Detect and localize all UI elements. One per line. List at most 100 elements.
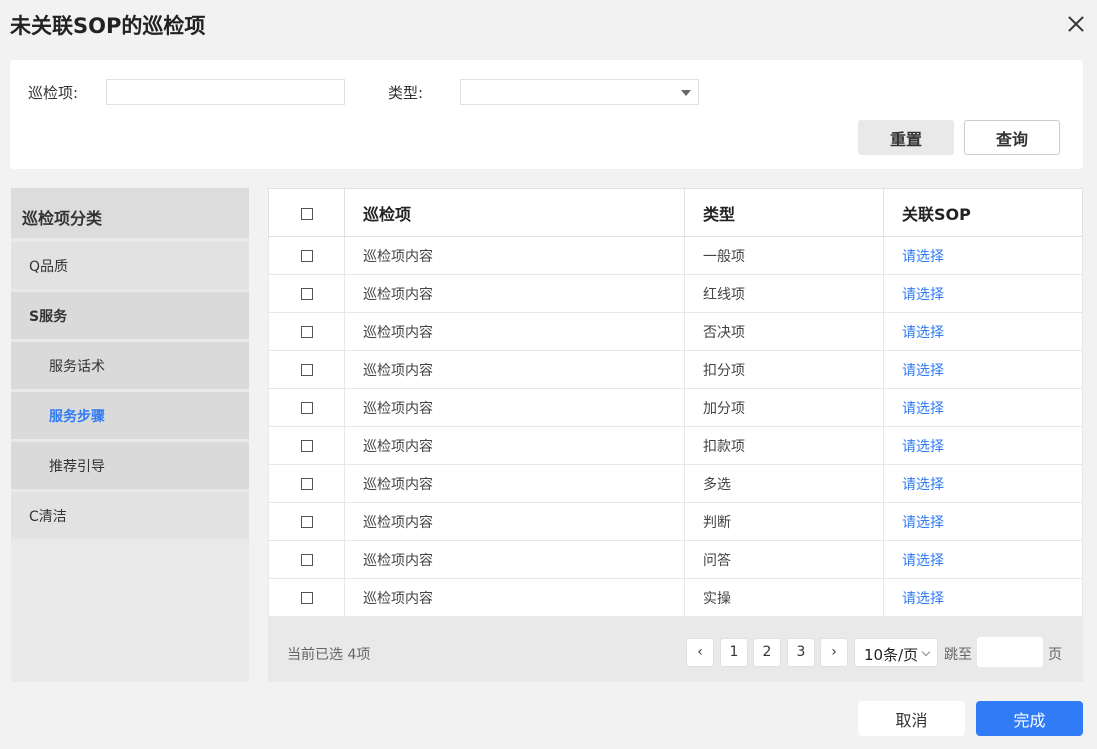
table-row: 巡检项内容 多选 请选择 [268,464,1083,503]
row-type: 实操 [684,578,884,617]
row-type: 一般项 [684,236,884,275]
row-type: 红线项 [684,274,884,313]
caret-down-icon [681,90,691,96]
column-header-type: 类型 [684,188,884,237]
page-1-button[interactable]: 1 [720,638,748,667]
row-checkbox-cell [268,350,345,389]
type-filter-select[interactable] [460,79,699,105]
done-button[interactable]: 完成 [976,701,1083,736]
row-item: 巡检项内容 [344,426,685,465]
row-checkbox-cell [268,502,345,541]
page-3-button[interactable]: 3 [787,638,815,667]
cancel-button[interactable]: 取消 [858,701,965,736]
category-sidebar: 巡检项分类 Q品质 S服务 服务话术 服务步骤 推荐引导 C清洁 [11,188,249,682]
page-2-button[interactable]: 2 [753,638,781,667]
next-page-button[interactable]: › [820,638,848,667]
row-checkbox[interactable] [300,439,313,452]
row-checkbox[interactable] [300,515,313,528]
row-checkbox[interactable] [300,477,313,490]
row-checkbox[interactable] [300,325,313,338]
table-row: 巡检项内容 判断 请选择 [268,502,1083,541]
row-item: 巡检项内容 [344,236,685,275]
row-item: 巡检项内容 [344,388,685,427]
sidebar-item-s[interactable]: S服务 [11,292,249,342]
sidebar-item-q[interactable]: Q品质 [11,242,249,292]
row-item: 巡检项内容 [344,350,685,389]
row-checkbox-cell [268,426,345,465]
row-type: 加分项 [684,388,884,427]
table-row: 巡检项内容 红线项 请选择 [268,274,1083,313]
sidebar-item-service-script[interactable]: 服务话术 [11,342,249,392]
row-checkbox[interactable] [300,553,313,566]
row-checkbox[interactable] [300,591,313,604]
row-sop-link[interactable]: 请选择 [883,312,1083,351]
row-checkbox[interactable] [300,363,313,376]
selected-count: 当前已选 4项 [287,647,371,663]
row-item: 巡检项内容 [344,274,685,313]
sidebar-item-recommend-guide[interactable]: 推荐引导 [11,442,249,492]
jump-label: 跳至 [944,647,972,663]
row-checkbox-cell [268,312,345,351]
table-panel: 巡检项 类型 关联SOP 巡检项内容 一般项 请选择 巡检项内容 红线项 请选择 巡检项内容… [268,188,1083,682]
row-type: 多选 [684,464,884,503]
reset-button[interactable]: 重置 [858,120,954,155]
item-filter-label: 巡检项: [28,84,79,102]
page-size-value: 10条/页 [864,646,919,664]
dialog-title: 未关联SOP的巡检项 [10,14,206,38]
row-type: 问答 [684,540,884,579]
table-row: 巡检项内容 扣分项 请选择 [268,350,1083,389]
row-sop-link[interactable]: 请选择 [883,350,1083,389]
row-checkbox-cell [268,464,345,503]
row-checkbox-cell [268,388,345,427]
row-sop-link[interactable]: 请选择 [883,578,1083,617]
row-sop-link[interactable]: 请选择 [883,274,1083,313]
row-checkbox-cell [268,540,345,579]
row-checkbox-cell [268,578,345,617]
select-all-cell [268,188,345,237]
row-item: 巡检项内容 [344,312,685,351]
table-row: 巡检项内容 一般项 请选择 [268,236,1083,275]
close-icon[interactable] [1064,12,1088,36]
column-header-item: 巡检项 [344,188,685,237]
row-sop-link[interactable]: 请选择 [883,540,1083,579]
row-sop-link[interactable]: 请选择 [883,502,1083,541]
row-sop-link[interactable]: 请选择 [883,388,1083,427]
row-item: 巡检项内容 [344,578,685,617]
page-size-select[interactable]: 10条/页 [854,638,938,667]
column-header-sop: 关联SOP [883,188,1083,237]
table-row: 巡检项内容 否决项 请选择 [268,312,1083,351]
item-filter-input[interactable] [106,79,345,105]
table-header-row: 巡检项 类型 关联SOP [268,188,1083,237]
row-checkbox[interactable] [300,287,313,300]
row-type: 扣分项 [684,350,884,389]
inspection-table: 巡检项 类型 关联SOP 巡检项内容 一般项 请选择 巡检项内容 红线项 请选择 巡检项内容… [268,188,1083,617]
table-row: 巡检项内容 加分项 请选择 [268,388,1083,427]
table-row: 巡检项内容 实操 请选择 [268,578,1083,617]
row-sop-link[interactable]: 请选择 [883,426,1083,465]
prev-page-button[interactable]: ‹ [686,638,714,667]
category-sidebar-header: 巡检项分类 [11,188,249,242]
row-sop-link[interactable]: 请选择 [883,236,1083,275]
query-button[interactable]: 查询 [964,120,1060,155]
row-item: 巡检项内容 [344,502,685,541]
row-sop-link[interactable]: 请选择 [883,464,1083,503]
page-unit-label: 页 [1048,647,1062,663]
row-item: 巡检项内容 [344,540,685,579]
row-checkbox[interactable] [300,401,313,414]
row-item: 巡检项内容 [344,464,685,503]
table-row: 巡检项内容 扣款项 请选择 [268,426,1083,465]
chevron-right-icon: › [831,644,837,660]
row-type: 否决项 [684,312,884,351]
row-checkbox-cell [268,236,345,275]
jump-page-input[interactable] [977,637,1043,667]
row-type: 扣款项 [684,426,884,465]
select-all-checkbox[interactable] [300,207,313,220]
type-filter-label: 类型: [388,84,424,102]
chevron-left-icon: ‹ [697,644,703,660]
sidebar-item-service-steps[interactable]: 服务步骤 [11,392,249,442]
table-row: 巡检项内容 问答 请选择 [268,540,1083,579]
row-checkbox[interactable] [300,249,313,262]
row-checkbox-cell [268,274,345,313]
row-type: 判断 [684,502,884,541]
sidebar-item-c[interactable]: C清洁 [11,492,249,542]
